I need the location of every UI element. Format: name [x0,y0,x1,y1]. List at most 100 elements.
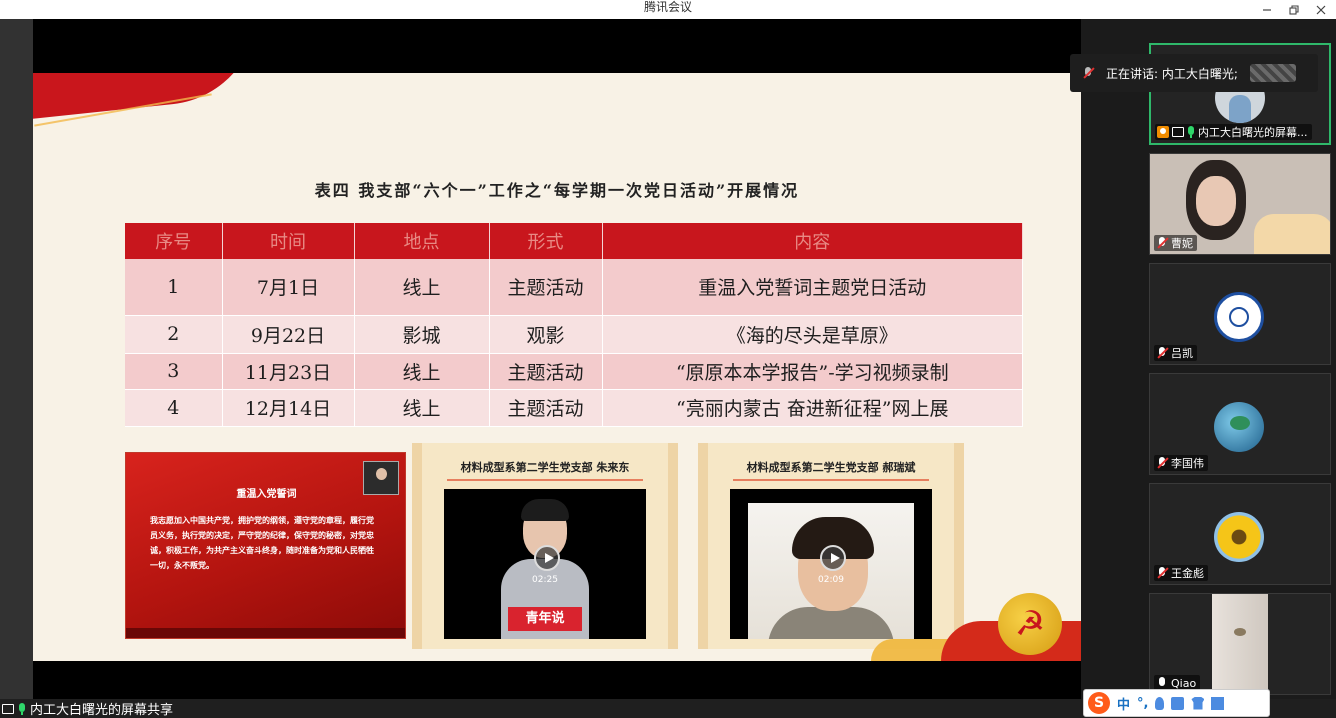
play-icon [820,545,846,571]
play-icon [534,545,560,571]
title-underline [732,479,930,481]
participant-tile[interactable]: 曹妮 [1149,153,1331,255]
table-row: 1 7月1日 线上 主题活动 重温入党誓词主题党日活动 [125,259,1023,316]
minimize-icon [1263,8,1271,11]
mic-muted-icon [1082,67,1095,79]
table-cell: 影城 [354,315,490,354]
table-row: 2 9月22日 影城 观影 《海的尽头是草原》 [125,315,1023,354]
table-cell: 主题活动 [489,259,603,316]
mic-muted-icon [1156,347,1169,359]
ime-toolbar[interactable]: S 中 °, [1083,689,1270,717]
skin-icon[interactable] [1191,696,1205,710]
participant-tile[interactable]: 李国伟 [1149,373,1331,475]
participant-name: 王金彪 [1171,567,1204,580]
participant-label: 吕凯 [1154,345,1197,361]
participant-label: 曹妮 [1154,235,1197,251]
participant-name: 李国伟 [1171,457,1204,470]
sogou-logo-icon[interactable]: S [1088,692,1110,714]
screen-share-icon [1172,127,1184,137]
table-cell: 线上 [354,389,490,427]
mic-muted-icon [1156,457,1169,469]
video-title: 材料成型系第二学生党支部 朱来东 [460,461,630,474]
video-duration: 02:25 [532,575,558,585]
video-card-1: 材料成型系第二学生党支部 朱来东 青年说 02:25 [412,443,678,649]
party-emblem-icon: ☭ [998,593,1062,655]
mic-muted-icon [1156,237,1169,249]
table-row: 3 11月23日 线上 主题活动 “原原本本学报告”-学习视频录制 [125,353,1023,390]
oath-title: 重温入党誓词 [236,489,297,500]
title-bar: 腾讯会议 [0,0,1336,19]
participant-name: 吕凯 [1171,347,1193,360]
decorative-swoosh [33,73,268,122]
header-cell: 地点 [354,223,490,259]
oath-bottom-bar [126,628,405,638]
mic-muted-icon [1156,567,1169,579]
avatar [1214,292,1264,342]
keyboard-icon[interactable] [1171,696,1185,710]
window-title: 腾讯会议 [643,0,692,14]
participant-panel: 内工大白曙光的屏幕... 曹妮 吕凯 李国伟 王金彪 Qiao [1081,19,1336,699]
table-cell: 7月1日 [222,259,355,316]
participant-tile[interactable]: 吕凯 [1149,263,1331,365]
table-cell: 1 [125,259,223,316]
toolbox-icon[interactable] [1211,696,1225,710]
ime-mode-toggle[interactable]: 中 [1117,694,1130,713]
video-frame: 02:09 [730,489,932,639]
speaker-image [748,503,914,639]
table-cell: 4 [125,389,223,427]
maximize-button[interactable] [1281,0,1307,19]
shared-screen[interactable]: 表四 我支部“六个一”工作之“每学期一次党日活动”开展情况 序号 时间 地点 形… [33,19,1081,699]
table-cell: 主题活动 [489,353,603,390]
share-status[interactable]: 内工大白曙光的屏幕共享 [2,700,174,718]
blurred-name [1249,64,1296,82]
table-cell: 主题活动 [489,389,603,427]
host-icon [1157,126,1169,138]
header-cell: 内容 [602,223,1023,259]
table-cell: 12月14日 [222,389,355,427]
mic-on-icon [18,702,26,715]
participant-name: 曹妮 [1171,237,1193,250]
video-frame: 青年说 02:25 [444,489,646,639]
participant-tile[interactable]: Qiao [1149,593,1331,695]
table-cell: 重温入党誓词主题党日活动 [602,259,1023,316]
participant-label: 内工大白曙光的屏幕... [1155,124,1312,140]
participant-label: 李国伟 [1154,455,1208,471]
header-cell: 时间 [222,223,355,259]
table-cell: 线上 [354,353,490,390]
table-cell: 线上 [354,259,490,316]
avatar [1214,512,1264,562]
participant-tile[interactable]: 王金彪 [1149,483,1331,585]
video-tag: 青年说 [508,607,582,631]
left-strip [0,19,33,699]
voice-input-icon[interactable] [1155,696,1165,710]
presentation-slide: 表四 我支部“六个一”工作之“每学期一次党日活动”开展情况 序号 时间 地点 形… [33,73,1081,661]
minimize-button[interactable] [1254,0,1280,19]
mic-icon [1156,677,1168,689]
close-icon [1316,5,1326,14]
title-underline [446,479,644,481]
table-row: 4 12月14日 线上 主题活动 “亮丽内蒙古 奋进新征程”网上展 [125,389,1023,427]
table-cell: “亮丽内蒙古 奋进新征程”网上展 [602,389,1023,427]
restore-icon [1289,4,1299,15]
screen-share-icon [2,703,14,714]
speaking-text: 正在讲话: 内工大白曙光; [1106,66,1238,81]
video-title: 材料成型系第二学生党支部 郝瑞斌 [746,461,916,474]
oath-screenshot: 重温入党誓词 我志愿加入中国共产党，拥护党的纲领，遵守党的章程，履行党员义务，执… [125,452,406,639]
table-header-row: 序号 时间 地点 形式 内容 [125,223,1023,259]
table-cell: 11月23日 [222,353,355,390]
mic-on-icon [1187,126,1195,138]
video-duration: 02:09 [818,575,844,585]
ime-punctuation-toggle[interactable]: °, [1137,696,1148,711]
table-cell: “原原本本学报告”-学习视频录制 [602,353,1023,390]
speaking-indicator: 正在讲话: 内工大白曙光; [1070,54,1318,92]
activity-table: 序号 时间 地点 形式 内容 1 7月1日 线上 主题活动 重温入党誓词主题党日… [125,223,1023,427]
share-status-label: 内工大白曙光的屏幕共享 [30,703,174,718]
table-cell: 2 [125,315,223,354]
table-cell: 3 [125,353,223,390]
table-cell: 《海的尽头是草原》 [602,315,1023,354]
close-button[interactable] [1308,0,1334,19]
participant-name: Qiao [1171,676,1197,690]
table-cell: 9月22日 [222,315,355,354]
participant-label: 王金彪 [1154,565,1208,581]
table-cell: 观影 [489,315,603,354]
